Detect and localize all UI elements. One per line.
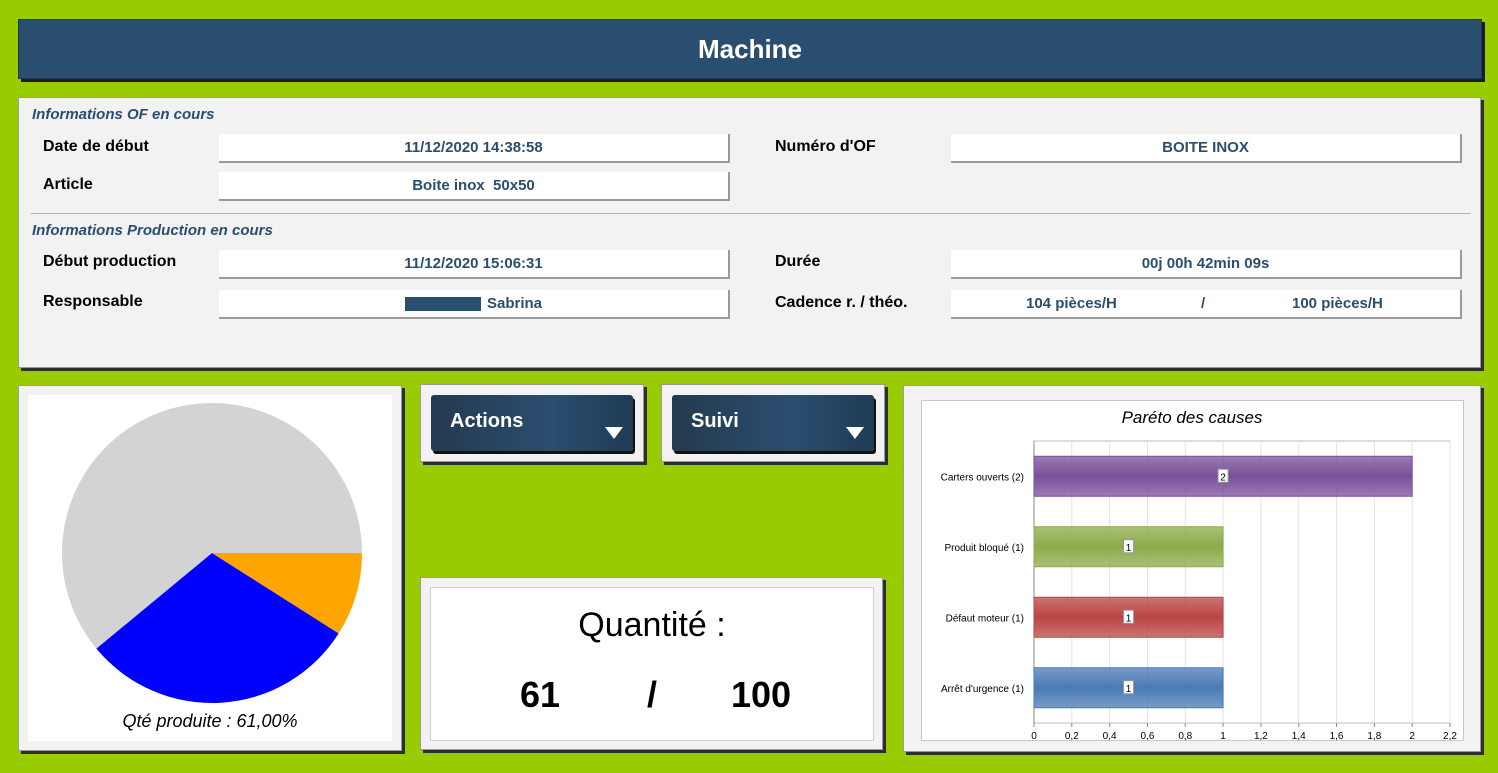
quantity-separator: / — [647, 674, 658, 715]
cadence-theo: 100 pièces/H — [1292, 295, 1383, 312]
pareto-panel: Paréto des causes 0 0,2 0,4 0,6 0,8 1 1,2 1,4 1,6… — [903, 385, 1481, 752]
data-label: 1 — [1126, 684, 1132, 695]
x-tick-label: 1 — [1220, 731, 1226, 742]
responsable-field: Sabrina — [219, 290, 730, 319]
debut-production-field: 11/12/2020 15:06:31 — [219, 250, 730, 279]
x-tick-label: 0,2 — [1065, 731, 1079, 742]
responsable-label: Responsable — [43, 293, 143, 310]
debut-production-label: Début production — [43, 253, 177, 270]
date-debut-field: 11/12/2020 14:38:58 — [219, 134, 730, 163]
data-label: 1 — [1126, 613, 1132, 624]
section-divider — [31, 213, 1471, 214]
pareto-chart-area: Paréto des causes 0 0,2 0,4 0,6 0,8 1 1,2 1,4 1,6… — [921, 400, 1464, 742]
suivi-label: Suivi — [691, 410, 739, 432]
category-label: Carters ouverts (2) — [941, 472, 1024, 483]
cadence-separator: / — [1201, 295, 1206, 312]
of-section-title: Informations OF en cours — [32, 106, 215, 123]
responsable-name: Sabrina — [486, 295, 543, 312]
cadence-real: 104 pièces/H — [1026, 295, 1117, 312]
pie-chart-area: Qté produite : 61,00% — [28, 395, 392, 741]
production-section-title: Informations Production en cours — [32, 222, 273, 239]
duree-label: Durée — [775, 253, 821, 270]
info-panel: Informations OF en cours Date de début 1… — [18, 97, 1481, 368]
x-tick-label: 0,4 — [1103, 731, 1117, 742]
article-label: Article — [43, 176, 93, 193]
pareto-title: Paréto des causes — [1122, 408, 1263, 427]
dropdown-arrow-icon — [605, 427, 623, 439]
x-tick-label: 1,6 — [1330, 731, 1344, 742]
suivi-dropdown-button[interactable]: Suivi — [672, 395, 874, 451]
x-tick-label: 0,6 — [1141, 731, 1155, 742]
numero-of-label: Numéro d'OF — [775, 138, 876, 155]
article-field: Boite inox 50x50 — [219, 172, 730, 201]
quantity-target: 100 — [731, 674, 792, 715]
x-tick-label: 2 — [1409, 731, 1415, 742]
actions-frame: Actions — [420, 384, 644, 462]
page-title: Machine — [697, 33, 803, 64]
numero-of-field: BOITE INOX — [951, 134, 1462, 163]
pie-caption: Qté produite : 61,00% — [122, 711, 298, 731]
cadence-field: 104 pièces/H / 100 pièces/H — [951, 290, 1462, 319]
cadence-label: Cadence r. / théo. — [775, 294, 908, 311]
x-tick-label: 2,2 — [1443, 731, 1457, 742]
x-tick-label: 0 — [1031, 731, 1037, 742]
title-bar: Machine — [18, 19, 1482, 79]
actions-dropdown-button[interactable]: Actions — [431, 395, 633, 451]
duree-field: 00j 00h 42min 09s — [951, 250, 1462, 279]
quantity-title: Quantité : — [578, 606, 726, 644]
dropdown-arrow-icon — [846, 427, 864, 439]
x-tick-label: 1,4 — [1292, 731, 1306, 742]
x-tick-label: 1,2 — [1254, 731, 1268, 742]
data-label: 1 — [1126, 543, 1132, 554]
category-label: Défaut moteur (1) — [946, 613, 1024, 624]
data-label: 2 — [1220, 472, 1226, 483]
suivi-frame: Suivi — [661, 384, 885, 462]
responsable-color-block — [404, 296, 481, 311]
x-tick-label: 1,8 — [1367, 731, 1381, 742]
category-label: Arrêt d'urgence (1) — [941, 684, 1024, 695]
actions-label: Actions — [450, 410, 524, 432]
quantity-area: Quantité : 61 / 100 — [430, 587, 874, 741]
quantity-produced: 61 — [520, 674, 561, 715]
x-tick-label: 0,8 — [1178, 731, 1192, 742]
category-label: Produit bloqué (1) — [945, 543, 1025, 554]
date-debut-label: Date de début — [43, 138, 149, 155]
quantity-panel: Quantité : 61 / 100 — [420, 577, 883, 750]
pareto-chart: Paréto des causes 0 0,2 0,4 0,6 0,8 1 1,2 1,4 1,6… — [941, 408, 1458, 742]
pie-panel: Qté produite : 61,00% — [18, 385, 402, 751]
pie-chart — [61, 403, 362, 703]
